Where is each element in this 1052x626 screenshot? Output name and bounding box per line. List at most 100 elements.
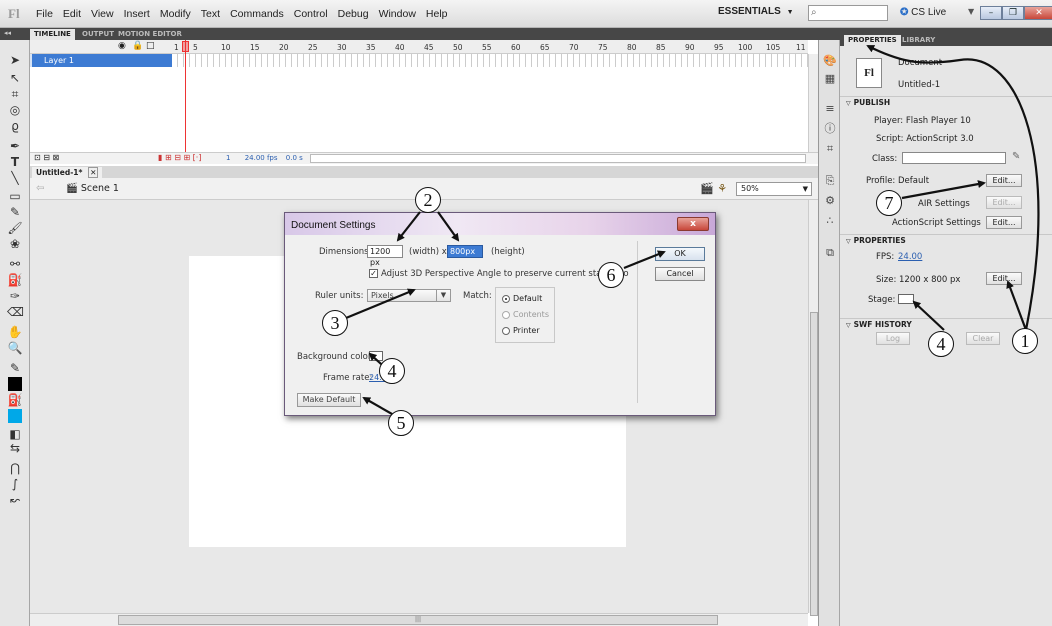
menu-edit[interactable]: Edit (63, 8, 81, 20)
tab-motion-editor[interactable]: MOTION EDITOR (114, 29, 186, 40)
actionscript-edit-button[interactable]: Edit... (986, 216, 1022, 229)
match-default-radio[interactable]: Default (502, 294, 542, 303)
chevron-down-icon[interactable]: ▼ (968, 7, 974, 16)
menu-view[interactable]: View (91, 8, 114, 20)
subselection-tool-icon[interactable]: ↖ (7, 70, 23, 86)
tab-output[interactable]: OUTPUT (78, 29, 118, 40)
menu-text[interactable]: Text (201, 8, 220, 20)
size-edit-button[interactable]: Edit... (986, 272, 1022, 285)
rectangle-tool-icon[interactable]: ▭ (7, 188, 23, 204)
width-input[interactable]: 1200 px (367, 245, 403, 267)
ok-button[interactable]: OK (655, 247, 705, 261)
snap-magnet-icon[interactable]: ⋂ (7, 460, 23, 476)
stroke-color-icon[interactable]: ✎ (7, 360, 23, 376)
menu-help[interactable]: Help (426, 8, 448, 20)
motion-presets-icon[interactable]: ∴ (823, 214, 837, 228)
menu-debug[interactable]: Debug (338, 8, 369, 20)
stroke-color-swatch[interactable] (7, 376, 23, 392)
dialog-titlebar[interactable]: Document Settings x (285, 213, 715, 235)
brush-tool-icon[interactable]: 🖌 (7, 220, 23, 236)
outline-icon[interactable]: □ (146, 41, 155, 51)
swatches-panel-icon[interactable]: ▦ (823, 72, 837, 86)
selection-tool-icon[interactable]: ➤ (7, 52, 23, 68)
menu-control[interactable]: Control (294, 8, 328, 20)
tab-document[interactable]: Untitled-1* ✕ (32, 167, 103, 178)
clear-button[interactable]: Clear (966, 332, 1000, 345)
layer-name[interactable]: Layer 1 (32, 54, 172, 67)
tab-timeline[interactable]: TIMELINE (30, 29, 75, 40)
pencil-icon[interactable]: ✎ (1012, 151, 1020, 162)
edit-scene-icon[interactable]: 🎬 ⚘ (700, 182, 727, 195)
fps-value[interactable]: 24.00 (898, 252, 922, 262)
cancel-button[interactable]: Cancel (655, 267, 705, 281)
match-contents-radio[interactable]: Contents (502, 310, 549, 319)
scroll-thumb[interactable] (810, 312, 818, 616)
stage-color-swatch[interactable] (898, 294, 914, 304)
stage-horizontal-scrollbar[interactable]: ||| (30, 613, 808, 626)
tab-library[interactable]: LIBRARY (898, 35, 939, 46)
frame-rate-readout[interactable]: 24.00 fps (245, 154, 278, 162)
fill-color-icon[interactable]: ⛽ (7, 392, 23, 408)
menu-window[interactable]: Window (379, 8, 416, 20)
eraser-tool-icon[interactable]: ⌫ (7, 304, 24, 320)
profile-edit-button[interactable]: Edit... (986, 174, 1022, 187)
eye-icon[interactable]: ◉ (118, 41, 126, 51)
menu-file[interactable]: File (36, 8, 53, 20)
publish-section-header[interactable]: ▽ PUBLISH (840, 96, 1052, 108)
code-snippets-icon[interactable]: ⎘ (823, 174, 837, 188)
menu-modify[interactable]: Modify (160, 8, 191, 20)
straighten-icon[interactable]: ↜ (7, 492, 23, 508)
close-icon[interactable]: ✕ (88, 167, 99, 178)
info-panel-icon[interactable]: ⓘ (823, 122, 837, 136)
make-default-button[interactable]: Make Default (297, 393, 361, 407)
minimize-button[interactable]: – (980, 6, 1002, 20)
paint-bucket-tool-icon[interactable]: ⛽ (7, 272, 23, 288)
workspace-switcher[interactable]: ESSENTIALS ▼ (718, 6, 794, 17)
help-search-input[interactable]: ⌕ (808, 5, 888, 21)
library-panel-icon[interactable]: ⧉ (823, 246, 837, 260)
hand-tool-icon[interactable]: ✋ (7, 324, 23, 340)
close-button[interactable]: ✕ (1024, 6, 1052, 20)
restore-button[interactable]: ❐ (1002, 6, 1024, 20)
menu-insert[interactable]: Insert (124, 8, 150, 20)
match-printer-radio[interactable]: Printer (502, 326, 540, 335)
new-layer-icon[interactable]: ⊡ ⊟ ⊠ (34, 153, 59, 162)
color-panel-icon[interactable]: 🎨 (823, 54, 837, 68)
height-input[interactable]: 800px (447, 245, 483, 258)
free-transform-tool-icon[interactable]: ⌗ (7, 86, 23, 102)
tab-properties[interactable]: PROPERTIES (844, 35, 901, 46)
smooth-icon[interactable]: ∫ (7, 476, 23, 492)
pen-tool-icon[interactable]: ✒ (7, 138, 23, 154)
onion-skin-icons[interactable]: ▮ ⊞ ⊟ ⊞ [·] (158, 153, 201, 162)
lock-icon[interactable]: 🔒 (132, 41, 143, 51)
lasso-tool-icon[interactable]: ϱ (7, 118, 23, 134)
menu-commands[interactable]: Commands (230, 8, 284, 20)
timeline-horizontal-scrollbar[interactable] (310, 154, 806, 163)
fill-color-swatch[interactable] (7, 408, 23, 424)
zoom-tool-icon[interactable]: 🔍 (7, 340, 23, 356)
bone-tool-icon[interactable]: ⚯ (7, 256, 23, 272)
class-input[interactable] (902, 152, 1006, 164)
3d-rotation-tool-icon[interactable]: ◎ (7, 102, 23, 118)
pencil-tool-icon[interactable]: ✎ (7, 204, 23, 220)
eyedropper-tool-icon[interactable]: ✑ (7, 288, 23, 304)
frame-grid[interactable] (172, 54, 808, 67)
ruler-units-select[interactable]: Pixels ▼ (367, 289, 451, 302)
line-tool-icon[interactable]: ╲ (7, 170, 23, 186)
stage-vertical-scrollbar[interactable] (808, 200, 818, 616)
scroll-thumb[interactable]: ||| (118, 615, 718, 625)
log-button[interactable]: Log (876, 332, 910, 345)
cs-live-button[interactable]: ✪ CS Live (900, 7, 946, 18)
deco-tool-icon[interactable]: ❀ (7, 236, 23, 252)
breadcrumb[interactable]: 🎬 Scene 1 (66, 183, 119, 194)
timeline-vertical-scrollbar[interactable] (808, 54, 818, 152)
back-arrow-icon[interactable]: ⇦ (36, 183, 44, 194)
properties-section-header[interactable]: ▽ PROPERTIES (840, 234, 1052, 246)
air-settings-edit-button[interactable]: Edit... (986, 196, 1022, 209)
adjust-3d-checkbox[interactable]: ✓ (369, 269, 378, 278)
dialog-close-button[interactable]: x (677, 217, 709, 231)
zoom-select[interactable]: 50% ▼ (736, 182, 812, 196)
frame-ruler[interactable]: 1 5 10 15 20 25 30 35 40 45 50 55 60 65 … (172, 40, 808, 54)
text-tool-icon[interactable]: T (7, 154, 23, 170)
components-icon[interactable]: ⚙ (823, 194, 837, 208)
